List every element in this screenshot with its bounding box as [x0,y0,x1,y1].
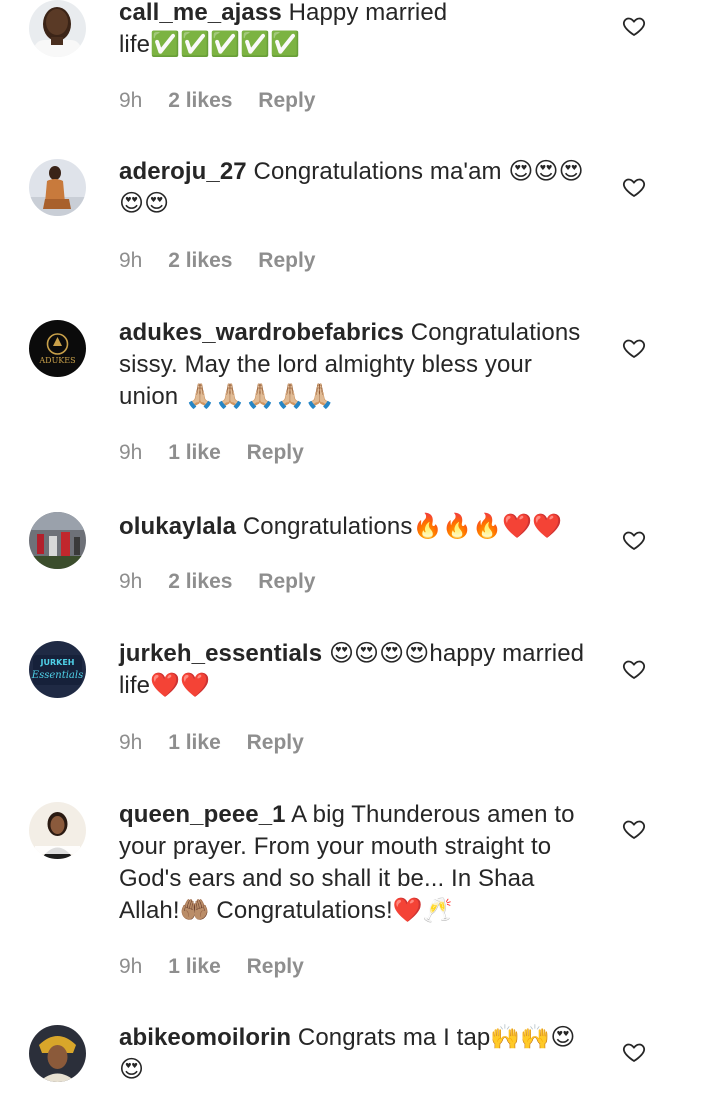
avatar[interactable]: JURKEH Essentials [29,641,86,698]
reply-button[interactable]: Reply [247,441,304,464]
avatar-logo-text: JURKEH [40,658,75,667]
comment-meta: 9h 2 likes Reply [119,247,315,275]
comment-username[interactable]: abikeomoilorin [119,1024,291,1051]
heart-outline-icon[interactable] [622,175,646,199]
avatar[interactable] [29,512,86,569]
comment-meta: 9h 1 like Reply [119,729,304,757]
comment-meta: 9h 2 likes Reply [119,568,315,596]
comment-meta: 9h 1 like Reply [119,439,304,467]
reply-button[interactable]: Reply [258,89,315,112]
reply-button[interactable]: Reply [247,731,304,754]
reply-button[interactable]: Reply [258,249,315,272]
reply-button[interactable]: Reply [258,570,315,593]
avatar[interactable] [29,159,86,216]
comment-likes-count[interactable]: 2 likes [168,249,232,272]
comment-time: 9h [119,955,143,978]
comment-likes-count[interactable]: 1 like [168,731,221,754]
avatar-logo-text: Essentials [31,670,83,681]
comment-time: 9h [119,441,143,464]
comment-username[interactable]: adukes_wardrobefabrics [119,319,404,346]
comment-likes-count[interactable]: 1 like [168,441,221,464]
comment-meta: 9h 2 likes Reply [119,87,315,115]
comment-username[interactable]: jurkeh_essentials [119,640,322,667]
heart-outline-icon[interactable] [622,1040,646,1064]
comment-username[interactable]: aderoju_27 [119,158,247,185]
heart-outline-icon[interactable] [622,14,646,38]
comment-username[interactable]: queen_peee_1 [119,801,286,828]
avatar-logo-text: ADUKES [38,356,75,365]
comment-time: 9h [119,570,143,593]
heart-outline-icon[interactable] [622,817,646,841]
heart-outline-icon[interactable] [622,528,646,552]
comment-username[interactable]: call_me_ajass [119,0,282,26]
comment-time: 9h [119,249,143,272]
reply-button[interactable]: Reply [247,955,304,978]
avatar[interactable]: ADUKES [29,320,86,377]
heart-outline-icon[interactable] [622,336,646,360]
comment-username[interactable]: olukaylala [119,513,236,540]
comment-likes-count[interactable]: 1 like [168,955,221,978]
avatar[interactable] [29,1025,86,1082]
comment-time: 9h [119,731,143,754]
comment-likes-count[interactable]: 2 likes [168,570,232,593]
avatar[interactable] [29,0,86,57]
heart-outline-icon[interactable] [622,657,646,681]
comment-likes-count[interactable]: 2 likes [168,89,232,112]
comment-meta: 9h 1 like Reply [119,953,304,981]
avatar[interactable] [29,802,86,859]
comment-time: 9h [119,89,143,112]
comment-text: Congratulations🔥🔥🔥❤️❤️ [242,513,563,540]
